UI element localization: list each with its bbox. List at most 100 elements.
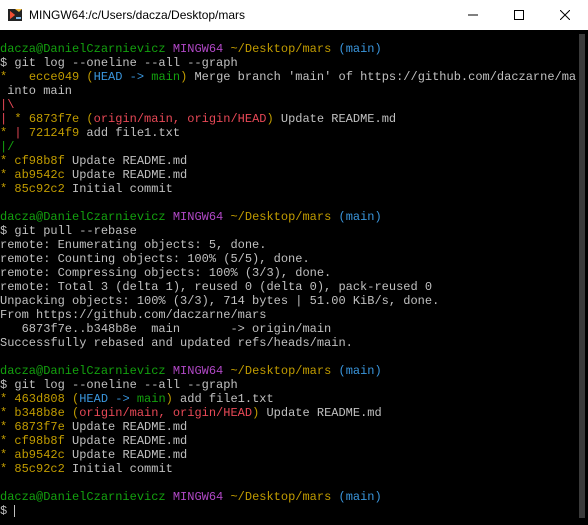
log-line: |\ <box>0 98 576 112</box>
prompt-user-host: dacza@DanielCzarnievicz <box>0 42 166 56</box>
graph-marker: * <box>0 420 15 434</box>
graph-marker: * <box>0 154 15 168</box>
commit-message: add file1.txt <box>79 126 181 140</box>
commit-message: Update README.md <box>259 406 382 420</box>
commit-hash: cf98b8f <box>14 154 65 168</box>
ref-paren: ( <box>79 112 94 126</box>
commit-hash: 463d808 <box>14 392 65 406</box>
commit-message: Update README.md <box>64 168 188 182</box>
git-bash-icon <box>8 9 22 21</box>
commit-message: Update README.md <box>64 420 188 434</box>
prompt-symbol: $ <box>0 224 8 238</box>
prompt-symbol: $ <box>0 504 8 518</box>
prompt-path: ~/Desktop/mars <box>230 42 332 56</box>
commit-hash: cf98b8f <box>14 434 65 448</box>
prompt-path: ~/Desktop/mars <box>230 490 332 504</box>
graph-marker: | <box>0 112 15 126</box>
ref-paren: ( <box>64 406 80 420</box>
log-line: * 6873f7e Update README.md <box>0 420 576 434</box>
commit-message: Update README.md <box>64 448 188 462</box>
prompt-line: dacza@DanielCzarnievicz MINGW64 ~/Deskto… <box>0 42 576 56</box>
ref-origin: origin/main, origin/HEAD <box>79 406 253 420</box>
commit-message: Initial commit <box>64 182 173 196</box>
command-line: $ git log --oneline --all --graph <box>0 56 576 70</box>
ref-paren: ( <box>79 70 94 84</box>
output-line: remote: Enumerating objects: 5, done. <box>0 238 267 252</box>
log-line: into main <box>0 84 576 98</box>
maximize-button[interactable] <box>496 0 542 30</box>
scrollbar-thumb[interactable] <box>579 34 585 518</box>
ref-origin: origin/main, origin/HEAD <box>93 112 267 126</box>
log-line: * b348b8e (origin/main, origin/HEAD) Upd… <box>0 406 576 420</box>
graph-marker: * <box>0 70 29 84</box>
graph-marker: * <box>0 126 15 140</box>
prompt-branch: (main) <box>338 490 382 504</box>
prompt-path: ~/Desktop/mars <box>230 210 332 224</box>
log-line: * ab9542c Update README.md <box>0 168 576 182</box>
commit-hash: ecce049 <box>28 70 80 84</box>
commit-message: add file1.txt <box>172 392 274 406</box>
prompt-user-host: dacza@DanielCzarnievicz <box>0 490 166 504</box>
commit-message: Merge branch 'main' of https://github.co… <box>187 70 576 84</box>
graph-marker: * <box>14 112 29 126</box>
command-text: git log --oneline --all --graph <box>14 56 238 70</box>
commit-message: into main <box>0 84 73 98</box>
graph-marker: |/ <box>0 140 15 154</box>
output-line: From https://github.com/daczarne/mars <box>0 308 267 322</box>
command-line: $ git pull --rebase <box>0 224 576 238</box>
ref-paren: ) <box>165 392 173 406</box>
commit-hash: ab9542c <box>14 168 65 182</box>
prompt-branch: (main) <box>338 210 382 224</box>
graph-marker: * <box>0 434 15 448</box>
commit-hash: 6873f7e <box>14 420 65 434</box>
commit-hash: 85c92c2 <box>14 182 65 196</box>
prompt-shell: MINGW64 <box>172 364 224 378</box>
log-line: * ecce049 (HEAD -> main) Merge branch 'm… <box>0 70 576 84</box>
command-text: git log --oneline --all --graph <box>14 378 238 392</box>
terminal-window: MINGW64:/c/Users/dacza/Desktop/mars dacz… <box>0 0 588 525</box>
ref-paren: ) <box>266 112 274 126</box>
command-line[interactable]: $ <box>0 504 576 518</box>
scrollbar[interactable] <box>576 30 588 525</box>
commit-message: Update README.md <box>64 154 188 168</box>
prompt-symbol: $ <box>0 378 8 392</box>
title-bar[interactable]: MINGW64:/c/Users/dacza/Desktop/mars <box>0 0 588 30</box>
log-line: * ab9542c Update README.md <box>0 448 576 462</box>
output-line: remote: Total 3 (delta 1), reused 0 (del… <box>0 280 433 294</box>
output-line: Successfully rebased and updated refs/he… <box>0 336 353 350</box>
command-text: git pull --rebase <box>14 224 137 238</box>
log-line: * cf98b8f Update README.md <box>0 154 576 168</box>
graph-marker: * <box>0 392 15 406</box>
prompt-path: ~/Desktop/mars <box>230 364 332 378</box>
graph-marker: |\ <box>0 98 15 112</box>
prompt-symbol: $ <box>0 56 8 70</box>
close-button[interactable] <box>542 0 588 30</box>
ref-head: HEAD -> <box>79 392 137 406</box>
ref-head: HEAD -> <box>93 70 152 84</box>
command-line: $ git log --oneline --all --graph <box>0 378 576 392</box>
commit-hash: 85c92c2 <box>14 462 65 476</box>
graph-marker: * <box>0 462 15 476</box>
output-line: 6873f7e..b348b8e main -> origin/main <box>0 322 332 336</box>
commit-hash: 72124f9 <box>28 126 80 140</box>
log-line: * 85c92c2 Initial commit <box>0 182 576 196</box>
prompt-user-host: dacza@DanielCzarnievicz <box>0 364 166 378</box>
terminal-output[interactable]: dacza@DanielCzarnievicz MINGW64 ~/Deskto… <box>0 30 576 525</box>
close-icon <box>560 10 570 20</box>
prompt-shell: MINGW64 <box>172 210 224 224</box>
commit-hash: 6873f7e <box>28 112 80 126</box>
minimize-button[interactable] <box>450 0 496 30</box>
minimize-icon <box>468 14 478 16</box>
output-line: Unpacking objects: 100% (3/3), 714 bytes… <box>0 294 440 308</box>
log-line: * 463d808 (HEAD -> main) add file1.txt <box>0 392 576 406</box>
prompt-line: dacza@DanielCzarnievicz MINGW64 ~/Deskto… <box>0 490 576 504</box>
prompt-shell: MINGW64 <box>172 42 224 56</box>
prompt-branch: (main) <box>338 42 382 56</box>
prompt-line: dacza@DanielCzarnievicz MINGW64 ~/Deskto… <box>0 364 576 378</box>
prompt-line: dacza@DanielCzarnievicz MINGW64 ~/Deskto… <box>0 210 576 224</box>
commit-message: Update README.md <box>64 434 188 448</box>
prompt-user-host: dacza@DanielCzarnievicz <box>0 210 166 224</box>
